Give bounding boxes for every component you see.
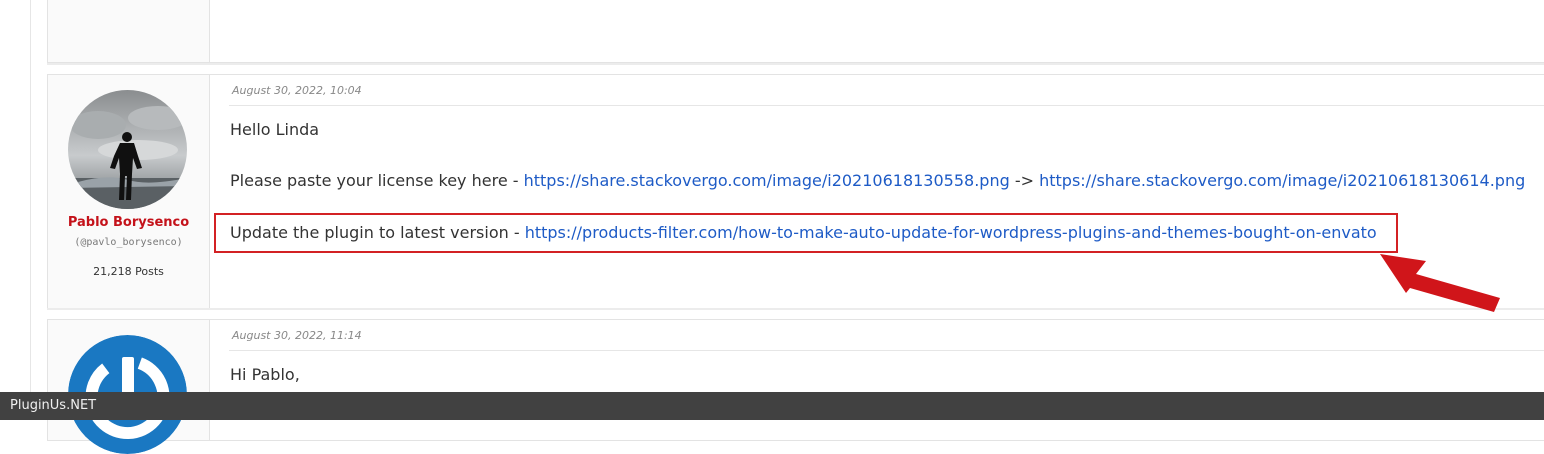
post-separator xyxy=(47,63,1544,65)
author-column: Pablo Borysenco (@pavlo_borysenco) 21,21… xyxy=(48,75,210,309)
date-divider xyxy=(229,350,1544,351)
license-screenshot-link-1[interactable]: https://share.stackovergo.com/image/i202… xyxy=(524,171,1010,190)
license-text: Please paste your license key here - xyxy=(230,171,524,190)
annotation-arrow xyxy=(1380,254,1500,312)
author-column xyxy=(48,320,210,454)
avatar[interactable] xyxy=(68,90,187,209)
auto-update-guide-link[interactable]: https://products-filter.com/how-to-make-… xyxy=(525,223,1377,242)
author-column xyxy=(48,0,210,62)
post-greeting: Hello Linda xyxy=(230,120,320,139)
left-rail-line xyxy=(30,0,31,420)
previous-post xyxy=(47,0,1544,63)
license-paragraph: Please paste your license key here - htt… xyxy=(230,171,1525,190)
update-paragraph: Update the plugin to latest version - ht… xyxy=(230,223,1377,242)
site-name[interactable]: PluginUs.NET xyxy=(10,398,96,413)
post-content: August 30, 2022, 11:14 Hi Pablo, xyxy=(209,320,1544,440)
forum-post: August 30, 2022, 11:14 Hi Pablo, xyxy=(47,319,1544,454)
author-handle: (@pavlo_borysenco) xyxy=(74,237,183,248)
post-content: August 30, 2022, 10:04 Hello Linda Pleas… xyxy=(209,75,1544,309)
post-separator xyxy=(47,308,1544,310)
license-screenshot-link-2[interactable]: https://share.stackovergo.com/image/i202… xyxy=(1039,171,1525,190)
status-bar: PluginUs.NET xyxy=(0,392,1544,420)
forum-post: Pablo Borysenco (@pavlo_borysenco) 21,21… xyxy=(47,74,1544,310)
author-post-count: 21,218 Posts xyxy=(93,265,164,278)
date-divider xyxy=(229,105,1544,106)
update-text: Update the plugin to latest version - xyxy=(230,223,525,242)
author-name[interactable]: Pablo Borysenco xyxy=(48,215,209,230)
post-date: August 30, 2022, 11:14 xyxy=(232,329,362,342)
post-date: August 30, 2022, 10:04 xyxy=(232,84,362,97)
link-separator: -> xyxy=(1009,171,1040,190)
avatar-photo xyxy=(68,90,187,209)
post-greeting: Hi Pablo, xyxy=(230,365,300,384)
